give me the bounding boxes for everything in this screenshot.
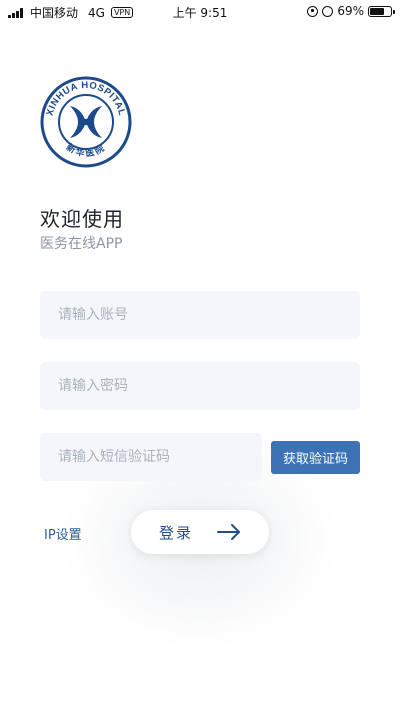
battery-icon [368, 5, 395, 17]
login-screen: 中国移动 4G VPN 上午 9:51 69% XINHUA HOSPITAL … [0, 0, 400, 711]
battery-fill [370, 7, 384, 15]
logo-center-text: 新华医院 [64, 141, 108, 159]
logo-emblem [70, 106, 102, 138]
get-code-button[interactable]: 获取验证码 [271, 441, 360, 474]
status-right: 69% [307, 4, 395, 18]
password-input[interactable] [40, 362, 360, 410]
lock-rotation-icon [307, 5, 319, 17]
battery-percent: 69% [337, 4, 364, 18]
status-bar: 中国移动 4G VPN 上午 9:51 69% [0, 0, 400, 22]
app-subtitle: 医务在线APP [40, 236, 123, 252]
account-input[interactable] [40, 291, 360, 339]
login-label: 登录 [159, 523, 194, 542]
alarm-icon [322, 5, 334, 17]
logo-ring-text: XINHUA HOSPITAL [45, 80, 128, 117]
welcome-title: 欢迎使用 [40, 207, 124, 231]
hospital-logo: XINHUA HOSPITAL 新华医院 [40, 76, 132, 168]
ip-settings-link[interactable]: IP设置 [44, 524, 82, 543]
arrow-right-icon [217, 524, 240, 540]
sms-code-input[interactable] [40, 433, 262, 481]
login-button[interactable]: 登录 [131, 510, 269, 554]
